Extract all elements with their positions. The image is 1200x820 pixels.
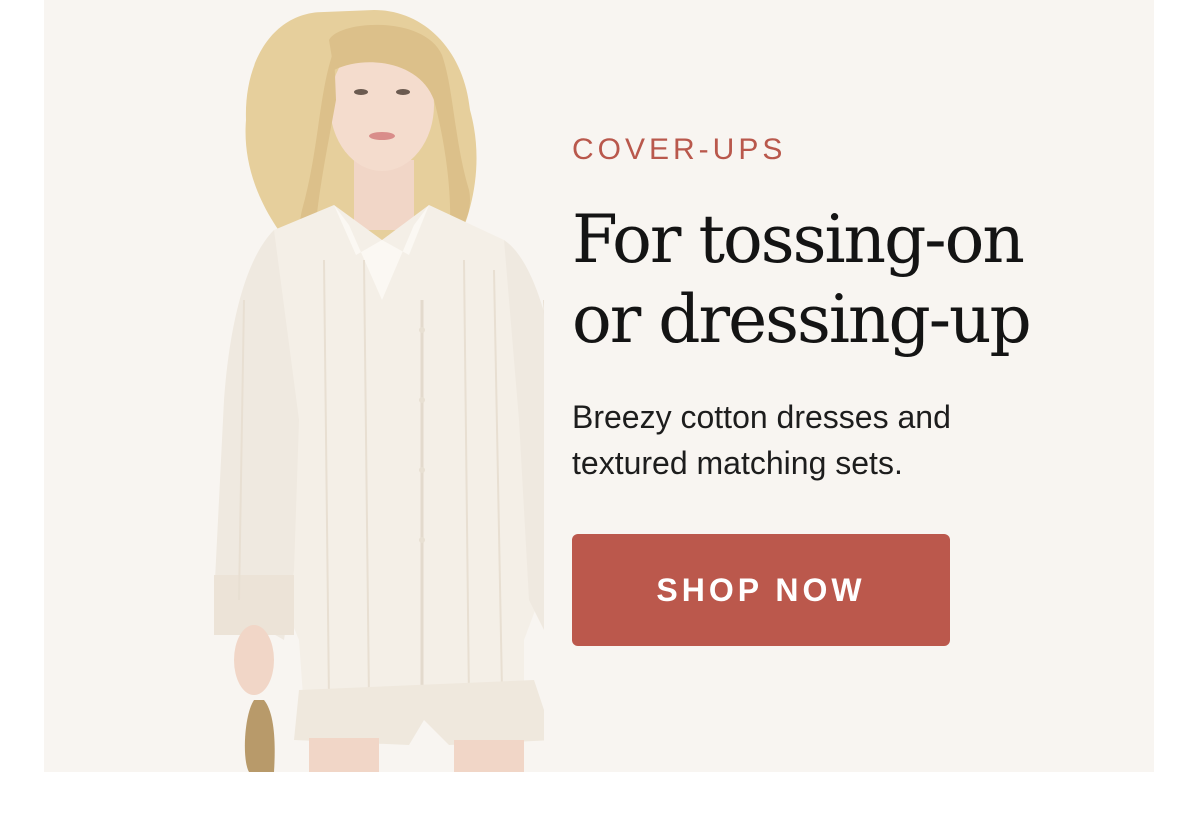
model-photo[interactable] <box>124 0 544 772</box>
promo-headline: For tossing-on or dressing-up <box>572 200 1112 360</box>
subhead-line-1: Breezy cotton dresses and <box>572 399 951 435</box>
promo-banner: COVER-UPS For tossing-on or dressing-up … <box>44 0 1154 772</box>
subhead-line-2: textured matching sets. <box>572 445 903 481</box>
promo-subhead: Breezy cotton dresses and textured match… <box>572 394 1032 486</box>
promo-copy: COVER-UPS For tossing-on or dressing-up … <box>572 130 1132 486</box>
category-eyebrow: COVER-UPS <box>572 133 787 166</box>
model-illustration-icon <box>214 10 544 772</box>
headline-line-1: For tossing-on <box>572 201 1025 278</box>
shop-now-button[interactable]: SHOP NOW <box>572 534 950 646</box>
headline-line-2: or dressing-up <box>572 281 1032 358</box>
